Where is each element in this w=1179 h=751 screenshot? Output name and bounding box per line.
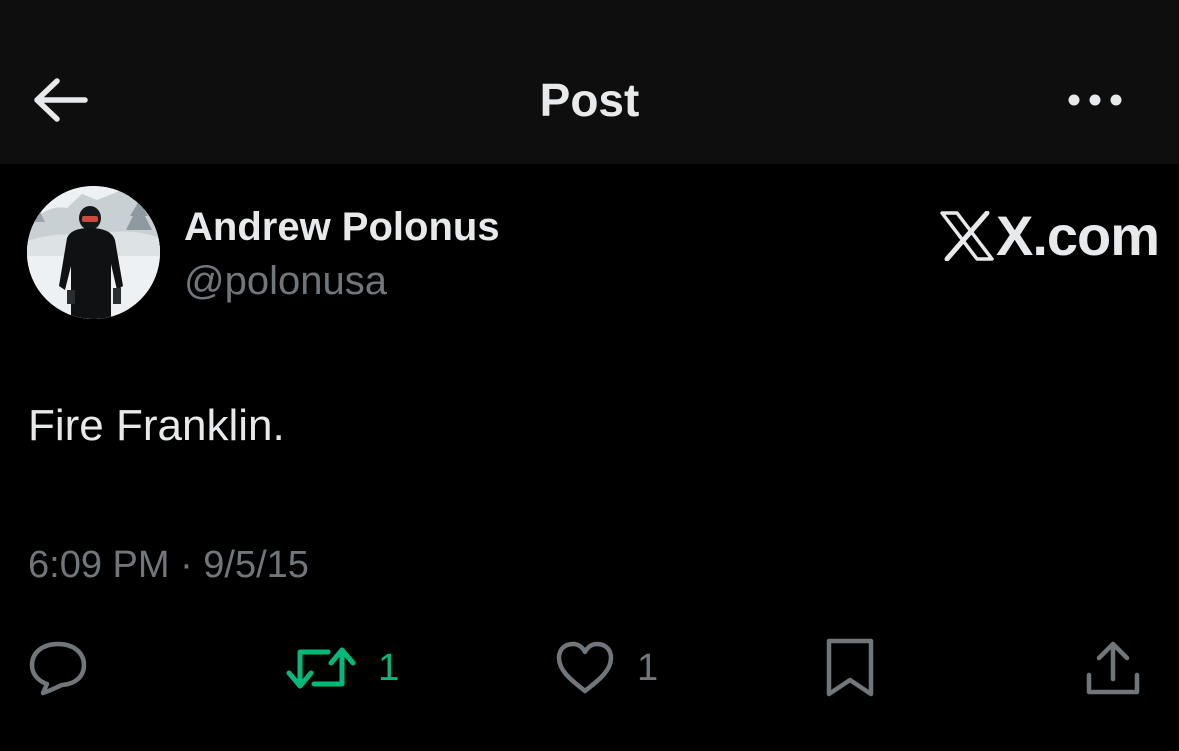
heart-icon [556,641,614,694]
repost-count: 1 [378,647,400,689]
brand-logo: X.com [940,203,1160,269]
post-text: Fire Franklin. [28,401,285,450]
like-button[interactable]: 1 [555,636,658,700]
repost-icon [286,647,356,689]
more-options-button[interactable] [1060,78,1130,122]
share-upload-icon [1086,641,1140,695]
reply-bubble-icon [29,641,87,696]
reply-button[interactable] [28,636,88,700]
share-button[interactable] [1084,636,1142,700]
page-title: Post [539,74,640,126]
like-count: 1 [637,647,659,689]
bookmark-button[interactable] [823,636,877,700]
top-bar: Post [0,0,1179,164]
bookmark-icon [826,638,874,697]
arrow-left-icon [34,78,88,122]
brand-text: X.com [996,204,1160,267]
ellipsis-icon [1068,94,1122,106]
author-handle[interactable]: @polonusa [184,256,387,306]
author-display-name[interactable]: Andrew Polonus [184,202,500,252]
back-button[interactable] [28,70,92,130]
avatar[interactable] [27,186,160,319]
post-timestamp[interactable]: 6:09 PM · 9/5/15 [28,540,309,590]
repost-button[interactable]: 1 [286,636,399,700]
avatar-photo [27,186,160,319]
x-logo-icon [940,211,994,261]
